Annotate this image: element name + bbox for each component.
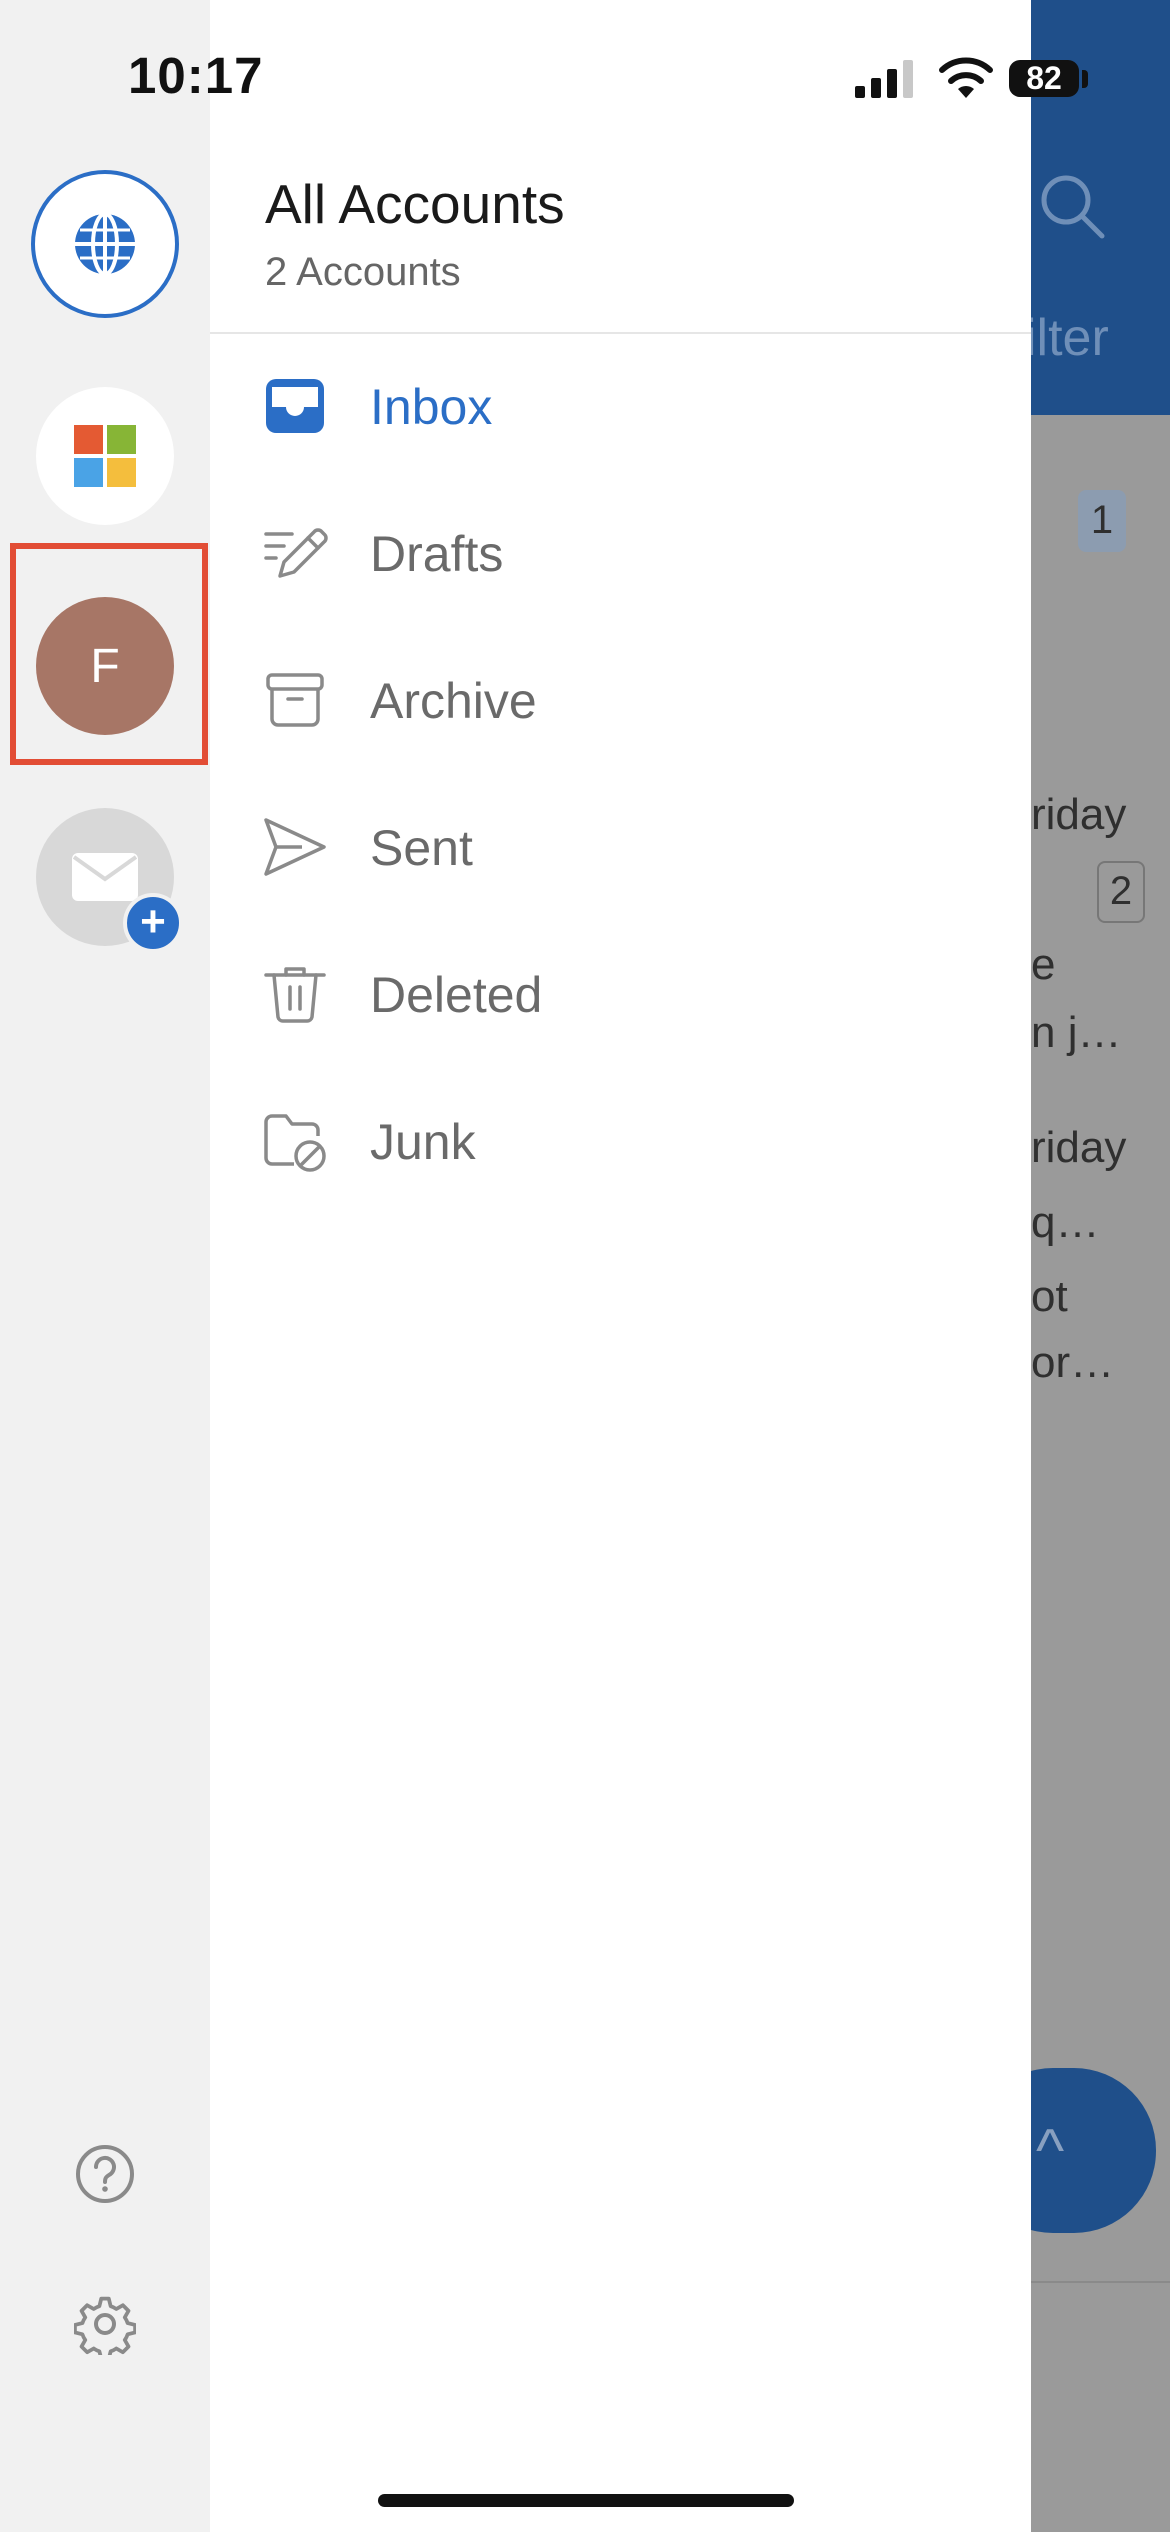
background-mail-list[interactable]: ilter 1 riday 2 e n j… riday q… ot or… ^ bbox=[1031, 0, 1170, 2532]
home-indicator bbox=[378, 2494, 794, 2507]
folder-label: Sent bbox=[370, 820, 473, 876]
folder-item-archive[interactable]: Archive bbox=[210, 627, 1031, 774]
inbox-icon bbox=[266, 379, 324, 433]
unread-badge: 1 bbox=[1078, 490, 1126, 552]
folder-label: Drafts bbox=[370, 526, 504, 582]
folder-label: Inbox bbox=[370, 379, 493, 435]
email-preview: n j… bbox=[1031, 1008, 1122, 1057]
filter-label[interactable]: ilter bbox=[1031, 308, 1109, 368]
all-accounts-button[interactable] bbox=[31, 170, 179, 318]
folder-item-drafts[interactable]: Drafts bbox=[210, 480, 1031, 627]
folder-label: Deleted bbox=[370, 967, 543, 1023]
email-preview: e bbox=[1031, 940, 1056, 989]
help-icon[interactable] bbox=[75, 2144, 135, 2204]
folder-item-sent[interactable]: Sent bbox=[210, 774, 1031, 921]
archive-icon bbox=[266, 673, 324, 727]
account-rail: F + bbox=[0, 0, 210, 2532]
folder-drawer: All Accounts 2 Accounts Inbox Drafts Arc… bbox=[210, 0, 1031, 2532]
trash-icon bbox=[264, 967, 326, 1023]
search-icon[interactable] bbox=[1036, 170, 1108, 242]
globe-icon bbox=[75, 212, 135, 276]
drawer-title: All Accounts bbox=[265, 173, 565, 235]
folder-item-junk[interactable]: Junk bbox=[210, 1068, 1031, 1215]
drawer-subtitle: 2 Accounts bbox=[265, 250, 461, 294]
junk-icon bbox=[264, 1114, 326, 1172]
folder-item-inbox[interactable]: Inbox bbox=[210, 333, 1031, 480]
email-date: riday bbox=[1031, 1123, 1127, 1172]
email-date: riday bbox=[1031, 790, 1127, 839]
folder-label: Junk bbox=[370, 1114, 476, 1170]
selection-highlight bbox=[10, 543, 208, 765]
folder-label: Archive bbox=[370, 673, 537, 729]
microsoft-account-button[interactable] bbox=[36, 387, 174, 525]
email-subject: q… bbox=[1031, 1198, 1100, 1247]
mail-icon bbox=[72, 853, 138, 901]
folder-item-deleted[interactable]: Deleted bbox=[210, 921, 1031, 1068]
drafts-icon bbox=[264, 528, 328, 578]
compose-button[interactable]: ^ bbox=[1031, 2068, 1156, 2233]
email-preview: or… bbox=[1031, 1338, 1115, 1387]
settings-gear-icon[interactable] bbox=[74, 2293, 136, 2355]
thread-count-badge: 2 bbox=[1097, 861, 1145, 923]
microsoft-logo-icon bbox=[74, 425, 136, 487]
plus-icon: + bbox=[123, 893, 183, 953]
chevron-up-icon: ^ bbox=[1036, 2117, 1065, 2184]
email-preview: ot bbox=[1031, 1272, 1068, 1321]
sent-icon bbox=[264, 818, 326, 876]
divider bbox=[1031, 2281, 1170, 2283]
background-header: ilter bbox=[1031, 0, 1170, 415]
